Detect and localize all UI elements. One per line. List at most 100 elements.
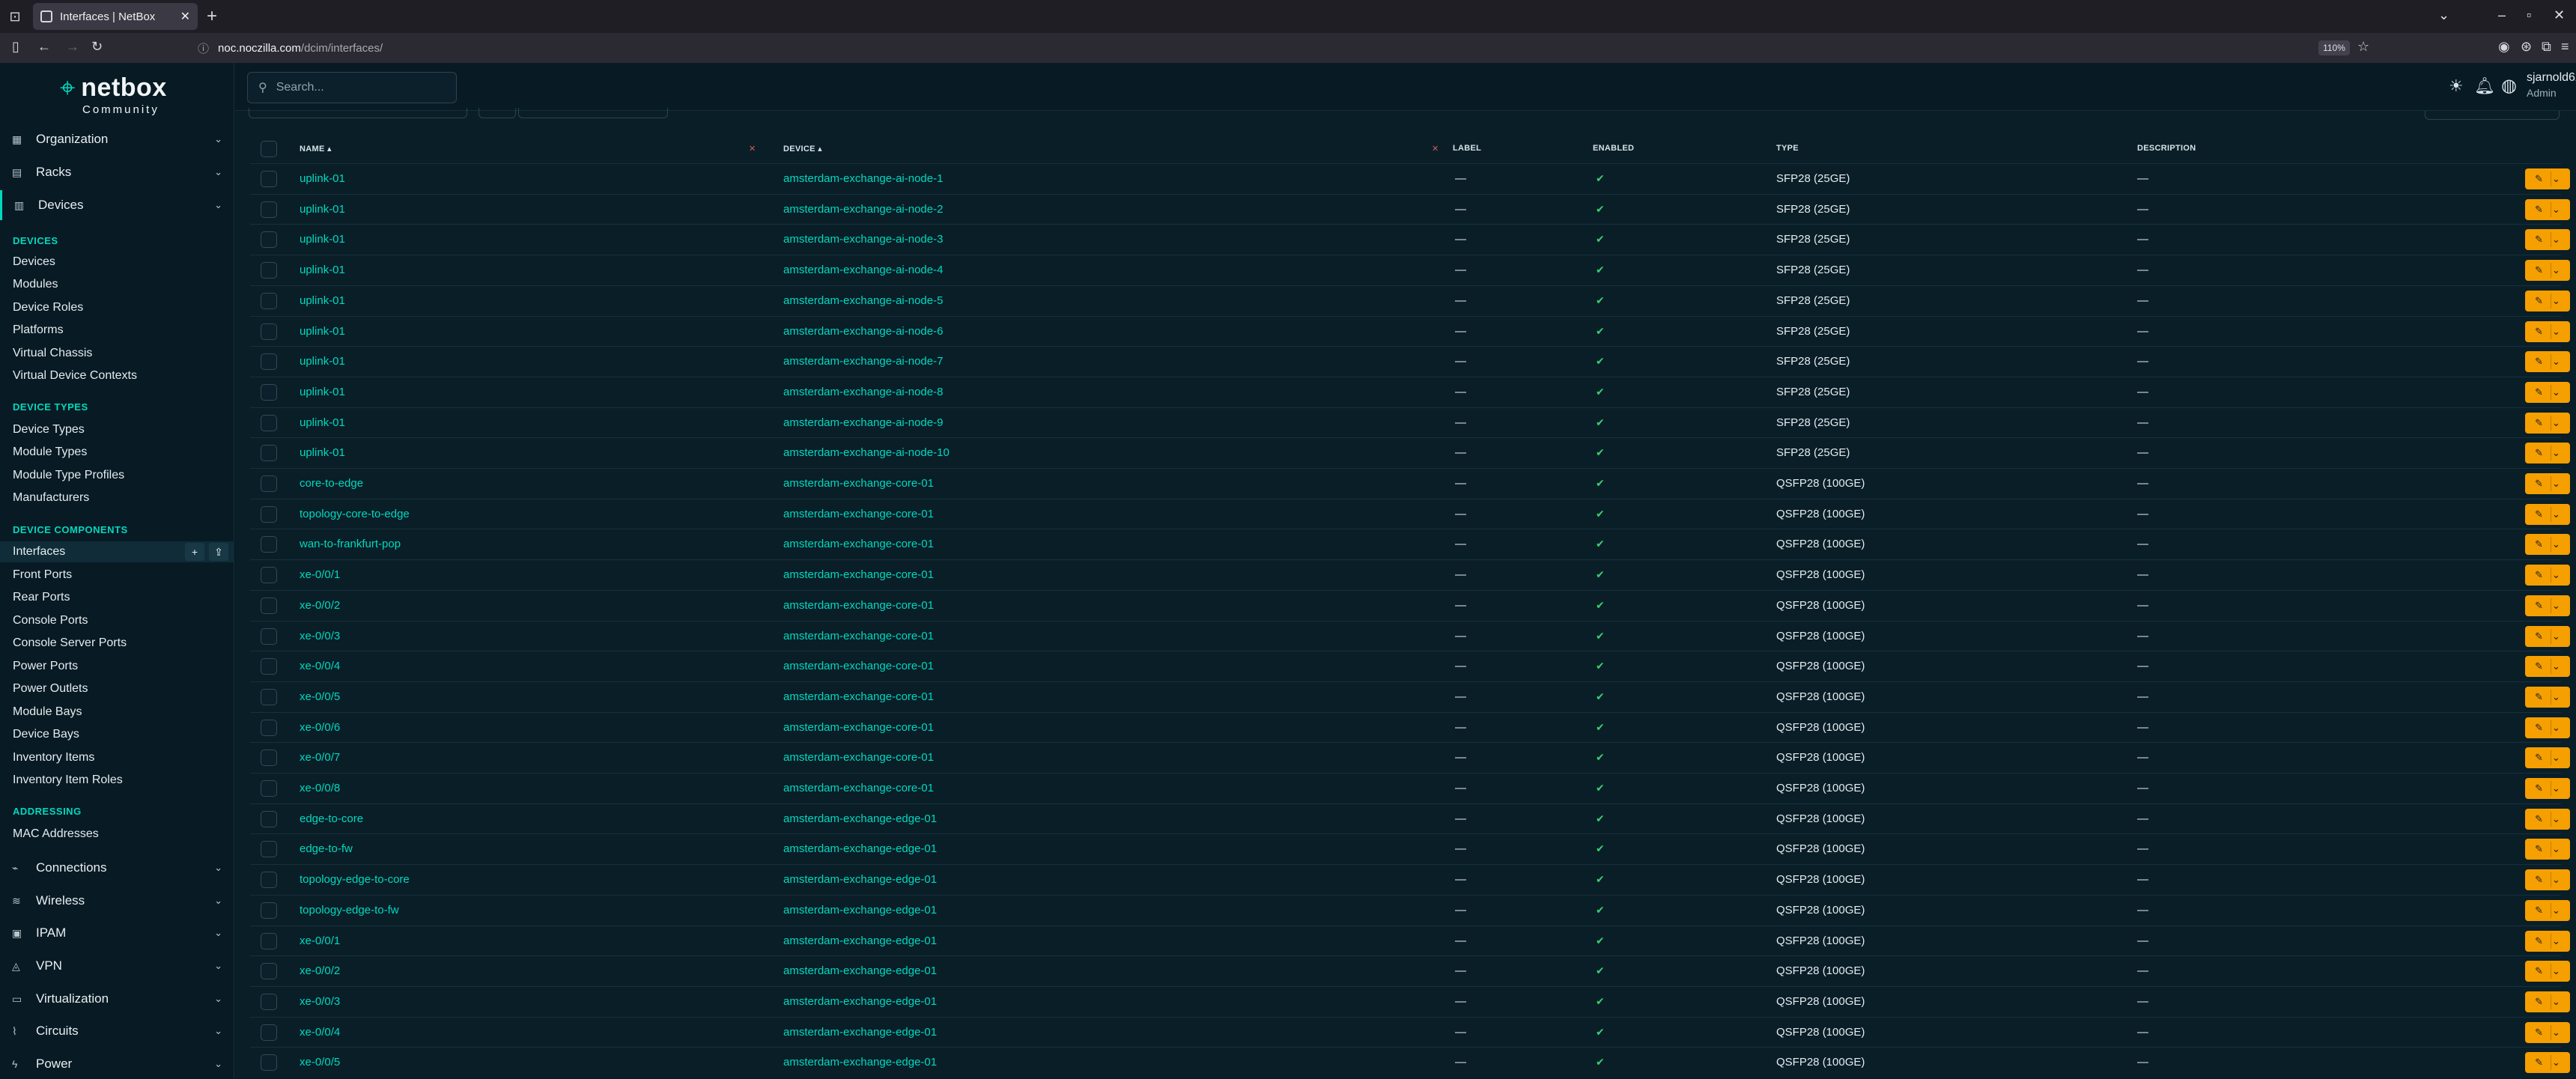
row-checkbox[interactable] xyxy=(261,719,277,736)
dropdown-caret-icon[interactable]: ⌄ xyxy=(2552,935,2560,947)
sidebar-item-virtual-device-contexts[interactable]: Virtual Device Contexts xyxy=(0,365,234,386)
dropdown-caret-icon[interactable]: ⌄ xyxy=(2552,295,2560,307)
sidebar-item-console-ports[interactable]: Console Ports xyxy=(0,610,234,631)
search-input[interactable]: ⚲ Search... xyxy=(247,72,457,103)
browser-tab[interactable]: Interfaces | NetBox ✕ xyxy=(33,3,198,30)
dropdown-caret-icon[interactable]: ⌄ xyxy=(2552,843,2560,855)
sidebar-item-virtual-chassis[interactable]: Virtual Chassis xyxy=(0,343,234,364)
results-selector[interactable] xyxy=(518,108,668,118)
edit-button[interactable]: ✎ ⌄ xyxy=(2525,808,2570,830)
theme-toggle-icon[interactable]: ☀ xyxy=(2449,76,2464,96)
interface-name-link[interactable]: xe-0/0/8 xyxy=(300,782,340,794)
device-link[interactable]: amsterdam-exchange-edge-01 xyxy=(783,812,937,825)
nav-circuits[interactable]: ⌇ Circuits ⌄ xyxy=(0,1016,234,1046)
device-link[interactable]: amsterdam-exchange-core-01 xyxy=(783,538,934,550)
row-checkbox[interactable] xyxy=(261,353,277,371)
row-checkbox[interactable] xyxy=(261,1054,277,1072)
device-link[interactable]: amsterdam-exchange-core-01 xyxy=(783,690,934,703)
row-checkbox[interactable] xyxy=(261,627,277,645)
device-link[interactable]: amsterdam-exchange-edge-01 xyxy=(783,904,937,917)
sidebar-item-rear-ports[interactable]: Rear Ports xyxy=(0,587,234,608)
sidebar-item-power-outlets[interactable]: Power Outlets xyxy=(0,678,234,699)
bookmark-star-icon[interactable]: ☆ xyxy=(2357,39,2369,55)
row-checkbox[interactable] xyxy=(261,688,277,705)
device-link[interactable]: amsterdam-exchange-ai-node-9 xyxy=(783,416,943,429)
nav-vpn[interactable]: ◬ VPN ⌄ xyxy=(0,951,234,981)
edit-button[interactable]: ✎ ⌄ xyxy=(2525,899,2570,921)
device-link[interactable]: amsterdam-exchange-edge-01 xyxy=(783,934,937,947)
interface-name-link[interactable]: xe-0/0/1 xyxy=(300,934,340,947)
interface-name-link[interactable]: uplink-01 xyxy=(300,172,345,185)
sidebar-item-platforms[interactable]: Platforms xyxy=(0,320,234,341)
edit-button[interactable]: ✎ ⌄ xyxy=(2525,443,2570,464)
row-checkbox[interactable] xyxy=(261,171,277,187)
col-type[interactable]: TYPE xyxy=(1776,144,1799,153)
interface-name-link[interactable]: xe-0/0/1 xyxy=(300,568,340,581)
device-link[interactable]: amsterdam-exchange-edge-01 xyxy=(783,1026,937,1039)
sidebar-item-device-roles[interactable]: Device Roles xyxy=(0,297,234,318)
sidebar-item-power-ports[interactable]: Power Ports xyxy=(0,656,234,677)
interface-name-link[interactable]: edge-to-core xyxy=(300,812,363,825)
url-bar[interactable]: ⓘ noc.noczilla.com /dcim/interfaces/ xyxy=(198,38,2369,58)
sidebar-item-modules[interactable]: Modules xyxy=(0,274,234,295)
dropdown-caret-icon[interactable]: ⌄ xyxy=(2552,386,2560,398)
dropdown-caret-icon[interactable]: ⌄ xyxy=(2552,600,2560,612)
row-checkbox[interactable] xyxy=(261,231,277,249)
edit-button[interactable]: ✎ ⌄ xyxy=(2525,503,2570,525)
row-checkbox[interactable] xyxy=(261,841,277,858)
row-checkbox[interactable] xyxy=(261,414,277,431)
forward-icon[interactable]: → xyxy=(66,39,79,55)
shield-icon[interactable]: ⊛ xyxy=(2521,39,2532,55)
dropdown-caret-icon[interactable]: ⌄ xyxy=(2552,996,2560,1008)
interface-name-link[interactable]: xe-0/0/6 xyxy=(300,721,340,734)
nav-devices[interactable]: ▥ Devices ⌄ xyxy=(0,190,234,220)
col-description[interactable]: DESCRIPTION xyxy=(2137,144,2196,153)
col-name[interactable]: NAME ▴ xyxy=(300,144,332,154)
tab-list-icon[interactable]: ⊡ xyxy=(0,0,30,33)
col-enabled[interactable]: ENABLED xyxy=(1593,144,1634,153)
device-link[interactable]: amsterdam-exchange-core-01 xyxy=(783,630,934,642)
add-icon[interactable]: + xyxy=(185,543,204,561)
row-checkbox[interactable] xyxy=(261,932,277,949)
row-checkbox[interactable] xyxy=(261,383,277,401)
edit-button[interactable]: ✎ ⌄ xyxy=(2525,869,2570,891)
interface-name-link[interactable]: uplink-01 xyxy=(300,264,345,276)
row-checkbox[interactable] xyxy=(261,323,277,340)
device-link[interactable]: amsterdam-exchange-ai-node-4 xyxy=(783,264,943,276)
edit-button[interactable]: ✎ ⌄ xyxy=(2525,168,2570,189)
device-link[interactable]: amsterdam-exchange-core-01 xyxy=(783,660,934,672)
row-checkbox[interactable] xyxy=(261,963,277,980)
edit-button[interactable]: ✎ ⌄ xyxy=(2525,1021,2570,1043)
dropdown-caret-icon[interactable]: ⌄ xyxy=(2552,813,2560,825)
row-checkbox[interactable] xyxy=(261,475,277,492)
edit-button[interactable]: ✎ ⌄ xyxy=(2525,930,2570,952)
table-config-button[interactable] xyxy=(2425,111,2560,120)
sidebar-toggle-icon[interactable]: ▯ xyxy=(12,39,19,55)
interface-name-link[interactable]: uplink-01 xyxy=(300,446,345,459)
edit-button[interactable]: ✎ ⌄ xyxy=(2525,991,2570,1012)
row-checkbox[interactable] xyxy=(261,445,277,462)
minimize-icon[interactable]: – xyxy=(2498,7,2506,23)
col-label[interactable]: LABEL xyxy=(1453,144,1481,153)
row-checkbox[interactable] xyxy=(261,1024,277,1041)
dropdown-caret-icon[interactable]: ⌄ xyxy=(2552,417,2560,429)
dropdown-caret-icon[interactable]: ⌄ xyxy=(2552,660,2560,672)
interface-name-link[interactable]: uplink-01 xyxy=(300,325,345,338)
dropdown-caret-icon[interactable]: ⌄ xyxy=(2552,326,2560,338)
user-avatar-icon[interactable]: ◍ xyxy=(2501,75,2517,97)
row-checkbox[interactable] xyxy=(261,292,277,309)
dropdown-caret-icon[interactable]: ⌄ xyxy=(2552,874,2560,886)
interface-name-link[interactable]: xe-0/0/3 xyxy=(300,995,340,1008)
interface-name-link[interactable]: edge-to-fw xyxy=(300,842,353,855)
close-tab-icon[interactable]: ✕ xyxy=(180,9,190,24)
remove-column-icon[interactable]: ✕ xyxy=(749,144,756,154)
sidebar-item-module-bays[interactable]: Module Bays xyxy=(0,702,234,723)
edit-button[interactable]: ✎ ⌄ xyxy=(2525,717,2570,738)
sidebar-item-device-types[interactable]: Device Types xyxy=(0,419,234,440)
extensions-icon[interactable]: ⧉ xyxy=(2542,39,2551,55)
edit-button[interactable]: ✎ ⌄ xyxy=(2525,747,2570,769)
interface-name-link[interactable]: uplink-01 xyxy=(300,233,345,246)
sidebar-item-mac-addresses[interactable]: MAC Addresses xyxy=(0,824,234,845)
new-tab-icon[interactable]: + xyxy=(207,6,217,27)
dropdown-caret-icon[interactable]: ⌄ xyxy=(2552,356,2560,368)
